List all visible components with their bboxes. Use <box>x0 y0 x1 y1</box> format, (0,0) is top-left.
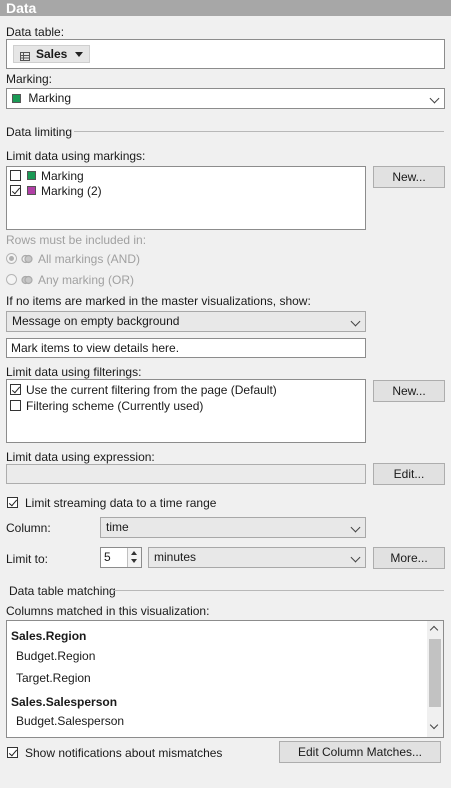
limit-unit-value: minutes <box>154 550 197 564</box>
radio-all-markings[interactable]: All markings (AND) <box>6 251 140 266</box>
markings-limit-label: Limit data using markings: <box>6 149 146 163</box>
notifications-toggle[interactable]: Show notifications about mismatches <box>7 745 222 760</box>
or-link-icon <box>21 274 33 286</box>
limit-unit-select[interactable]: minutes <box>148 547 366 568</box>
scroll-down-icon[interactable] <box>429 720 439 730</box>
list-group-title: Sales.Salesperson <box>11 695 118 709</box>
chevron-down-icon <box>429 93 440 104</box>
list-item[interactable]: Marking <box>10 168 84 183</box>
streaming-checkbox[interactable] <box>7 497 18 508</box>
marking-checkbox[interactable] <box>10 170 21 181</box>
expression-limit-label: Limit data using expression: <box>6 450 155 464</box>
filtering-item-label: Use the current filtering from the page … <box>26 382 277 397</box>
limit-to-label: Limit to: <box>6 552 49 566</box>
more-button[interactable]: More... <box>373 547 445 569</box>
limit-number-value: 5 <box>104 550 111 564</box>
stepper-down-icon[interactable] <box>131 559 137 563</box>
radio-any-marking[interactable]: Any marking (OR) <box>6 272 134 287</box>
marking-color-swatch <box>12 94 21 104</box>
chevron-down-icon <box>350 552 361 563</box>
marking-select-value: Marking <box>28 91 72 105</box>
new-filtering-button[interactable]: New... <box>373 380 445 402</box>
data-table-label: Data table: <box>6 25 65 39</box>
marking-color-swatch <box>27 171 36 180</box>
marking-label: Marking: <box>6 72 53 86</box>
empty-message-input[interactable]: Mark items to view details here. <box>6 338 366 358</box>
table-matching-heading: Data table matching <box>9 584 116 598</box>
stepper-up-icon[interactable] <box>131 551 137 555</box>
edit-column-matches-button[interactable]: Edit Column Matches... <box>279 741 441 763</box>
radio-button[interactable] <box>6 274 17 285</box>
panel-title: Data <box>0 0 451 16</box>
radio-label: Any marking (OR) <box>38 272 135 287</box>
filterings-list: Use the current filtering from the page … <box>6 379 366 443</box>
and-link-icon <box>21 253 33 265</box>
list-item[interactable]: Use the current filtering from the page … <box>10 382 277 397</box>
edit-expression-button[interactable]: Edit... <box>373 463 445 485</box>
caret-down-icon <box>75 51 84 57</box>
streaming-toggle[interactable]: Limit streaming data to a time range <box>7 495 216 510</box>
list-item[interactable]: Budget.Region <box>16 649 95 663</box>
marking-item-label: Marking <box>41 168 84 183</box>
data-table-selector[interactable]: Sales <box>13 45 91 63</box>
expression-field[interactable] <box>6 464 366 484</box>
columns-matched-list: Sales.Region Budget.Region Target.Region… <box>6 620 444 738</box>
scrollbar-thumb[interactable] <box>429 639 441 707</box>
list-group-title: Sales.Region <box>11 629 87 643</box>
stepper-buttons[interactable] <box>127 548 141 567</box>
empty-master-label: If no items are marked in the master vis… <box>6 294 311 308</box>
section-divider <box>113 590 444 591</box>
chevron-down-icon <box>350 522 361 533</box>
column-select[interactable]: time <box>100 517 366 538</box>
list-item[interactable]: Filtering scheme (Currently used) <box>10 398 203 413</box>
data-limiting-heading: Data limiting <box>6 125 73 139</box>
table-icon <box>20 50 30 61</box>
columns-matched-label: Columns matched in this visualization: <box>6 604 210 618</box>
column-label: Column: <box>6 521 51 535</box>
radio-button[interactable] <box>6 253 17 264</box>
notifications-label: Show notifications about mismatches <box>25 745 223 760</box>
scroll-up-icon[interactable] <box>429 625 439 635</box>
column-select-value: time <box>106 520 129 534</box>
filtering-checkbox[interactable] <box>10 384 21 395</box>
new-marking-button[interactable]: New... <box>373 166 445 188</box>
streaming-label: Limit streaming data to a time range <box>25 495 217 510</box>
filtering-item-label: Filtering scheme (Currently used) <box>26 398 204 413</box>
markings-list: Marking Marking (2) <box>6 166 366 230</box>
marking-checkbox[interactable] <box>10 185 21 196</box>
limit-number-stepper[interactable]: 5 <box>100 547 142 568</box>
list-item[interactable]: Budget.Salesperson <box>16 714 124 728</box>
rows-included-label: Rows must be included in: <box>6 233 147 247</box>
data-table-field: Sales <box>6 39 445 69</box>
list-item[interactable]: Target.Region <box>16 671 91 685</box>
filterings-limit-label: Limit data using filterings: <box>6 365 142 379</box>
data-table-name: Sales <box>36 47 68 61</box>
empty-master-select[interactable]: Message on empty background <box>6 311 366 332</box>
list-item[interactable]: Marking (2) <box>10 183 102 198</box>
marking-color-swatch <box>27 186 36 195</box>
scrollbar[interactable] <box>427 621 443 737</box>
notifications-checkbox[interactable] <box>7 747 18 758</box>
marking-item-label: Marking (2) <box>41 183 102 198</box>
section-divider <box>74 131 444 132</box>
radio-label: All markings (AND) <box>38 251 141 266</box>
empty-master-select-value: Message on empty background <box>12 314 180 328</box>
chevron-down-icon <box>350 316 361 327</box>
filtering-checkbox[interactable] <box>10 400 21 411</box>
marking-select[interactable]: Marking <box>6 88 445 109</box>
